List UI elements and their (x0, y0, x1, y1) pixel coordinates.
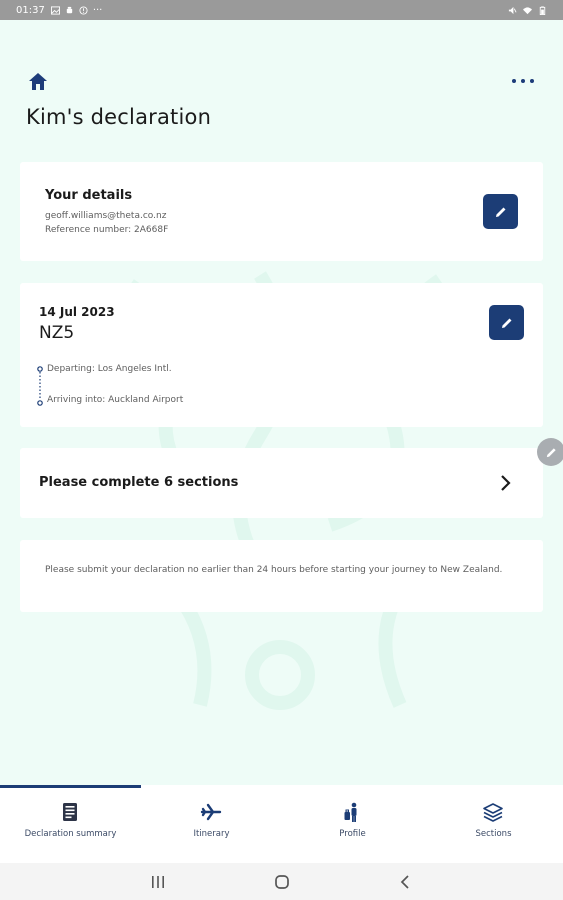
tab-sections[interactable]: Sections (423, 785, 563, 863)
alert-circle-icon (79, 5, 88, 15)
tab-label: Declaration summary (24, 829, 117, 839)
reference-number-text: Reference number: 2A668F (45, 225, 169, 235)
battery-icon (539, 5, 546, 15)
document-icon (63, 803, 77, 821)
chevron-right-icon (501, 475, 511, 491)
tab-label: Itinerary (193, 829, 230, 839)
sections-label: Please complete 6 sections (39, 475, 239, 490)
status-time: 01:37 (16, 4, 45, 16)
submission-notice-text: Please submit your declaration no earlie… (45, 565, 503, 575)
edit-details-button[interactable] (483, 194, 518, 229)
main-content: Kim's declaration Your details geoff.wil… (0, 20, 563, 785)
home-icon[interactable] (26, 70, 50, 92)
wifi-icon (523, 6, 532, 14)
pencil-icon (546, 447, 556, 457)
bottom-tab-bar: Declaration summary Itinerary Profile Se… (0, 785, 563, 863)
recent-apps-icon[interactable] (148, 873, 168, 891)
system-navigation-bar (0, 863, 563, 900)
tab-label: Sections (475, 829, 512, 839)
floating-edit-button[interactable] (537, 438, 563, 466)
itinerary-card: 14 Jul 2023 NZ5 Departing: Los Angeles I… (20, 283, 543, 427)
flight-date: 14 Jul 2023 (39, 305, 115, 319)
android-icon (66, 6, 73, 13)
traveller-icon (344, 802, 357, 822)
edit-icon (495, 207, 505, 217)
departing-text: Departing: Los Angeles Intl. (47, 364, 172, 374)
layers-icon (483, 803, 503, 822)
route-line-icon (37, 366, 43, 406)
page-title: Kim's declaration (26, 105, 212, 129)
mute-icon (508, 6, 517, 14)
tab-itinerary[interactable]: Itinerary (141, 785, 282, 863)
home-nav-icon[interactable] (272, 873, 292, 891)
edit-icon (501, 318, 511, 328)
tab-declaration-summary[interactable]: Declaration summary (0, 785, 141, 863)
more-dot (512, 79, 516, 83)
flight-number: NZ5 (39, 323, 75, 343)
status-bar: 01:37 ··· (0, 0, 563, 20)
your-details-title: Your details (45, 188, 133, 203)
back-icon[interactable] (396, 873, 416, 891)
more-options-button[interactable] (512, 76, 538, 86)
more-dot (530, 79, 534, 83)
complete-sections-card[interactable]: Please complete 6 sections (20, 448, 543, 518)
more-dot (521, 79, 525, 83)
arriving-text: Arriving into: Auckland Airport (47, 395, 184, 405)
email-text: geoff.williams@theta.co.nz (45, 211, 167, 221)
tab-label: Profile (339, 829, 366, 839)
plane-icon (200, 803, 222, 821)
status-more-indicator: ··· (92, 4, 103, 16)
image-icon (50, 5, 60, 15)
edit-itinerary-button[interactable] (489, 305, 524, 340)
your-details-card: Your details geoff.williams@theta.co.nz … (20, 162, 543, 261)
submission-notice-card: Please submit your declaration no earlie… (20, 540, 543, 612)
tab-profile[interactable]: Profile (282, 785, 423, 863)
